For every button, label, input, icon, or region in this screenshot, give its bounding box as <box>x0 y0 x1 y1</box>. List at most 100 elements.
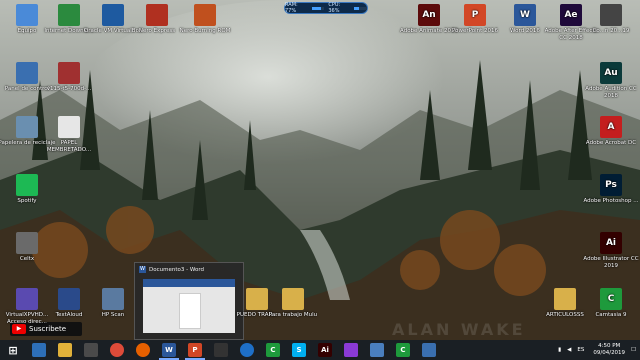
clock-date: 09/04/2019 <box>593 350 626 356</box>
chrome-icon <box>110 343 124 357</box>
cpu-bar <box>354 6 367 10</box>
celtx-icon <box>16 232 38 254</box>
volume-icon[interactable]: ◀ <box>567 347 571 353</box>
desktop-shortcut[interactable]: Ai Adobe Illustrator CC 2019 <box>580 232 640 269</box>
language-indicator[interactable]: ES <box>577 347 584 353</box>
desktop-shortcut[interactable]: Para trabajo Mulu <box>262 288 324 319</box>
files-icon <box>370 343 384 357</box>
system-tray: ▮ ◀ ES 4:50 PM 09/04/2019 ☐ <box>555 340 640 360</box>
camtasia-recorder-icon: C <box>396 343 410 357</box>
taskbar-button[interactable] <box>104 340 130 360</box>
desktop-shortcut-label: Co...n 20...19 <box>592 28 630 34</box>
textaloud-icon <box>58 288 80 310</box>
document-icon <box>58 116 80 138</box>
recycle-bin-icon <box>16 116 38 138</box>
computer-icon <box>16 4 38 26</box>
desktop-shortcut[interactable]: Celtx <box>0 232 58 263</box>
firefox-icon <box>136 343 150 357</box>
desktop-shortcut[interactable]: v115-t5-700d-... <box>38 62 100 93</box>
desktop-shortcut-label: Adobe Acrobat DC <box>585 140 637 146</box>
taskbar-button[interactable] <box>364 340 390 360</box>
taskbar-button[interactable]: ⊞ <box>0 340 26 360</box>
control-panel-icon <box>16 62 38 84</box>
taskbar-button[interactable] <box>338 340 364 360</box>
taskbar-button[interactable]: Ai <box>312 340 338 360</box>
illustrator-icon: Ai <box>600 232 622 254</box>
desktop-shortcut-label: Spotify <box>17 198 37 204</box>
notification-icon[interactable]: ☐ <box>631 347 636 353</box>
desktop-shortcut[interactable]: Nero Burning ROM <box>174 4 236 35</box>
desktop-shortcut[interactable]: Ps Adobe Photoshop ... <box>580 174 640 205</box>
desktop-shortcut[interactable]: HP Scan <box>82 288 144 319</box>
youtube-icon: ▶ <box>12 324 26 334</box>
file-explorer-icon <box>58 343 72 357</box>
word-icon: W <box>514 4 536 26</box>
mail-icon <box>422 343 436 357</box>
skype-icon: S <box>292 343 306 357</box>
network-icon[interactable]: ▮ <box>558 347 561 353</box>
photoshop-icon: Ps <box>600 174 622 196</box>
desktop-shortcut-label: HP Scan <box>101 312 125 318</box>
preview-thumbnail <box>143 279 235 333</box>
powerpoint-taskbar-icon: P <box>188 343 202 357</box>
taskbar-button[interactable]: C <box>260 340 286 360</box>
taskbar-button[interactable] <box>208 340 234 360</box>
audition-icon: Au <box>600 62 622 84</box>
taskbar-button[interactable] <box>52 340 78 360</box>
folder-icon <box>282 288 304 310</box>
desktop-shortcut[interactable]: PAPEL MEMBRETADO... <box>38 116 100 153</box>
taskbar-button[interactable] <box>78 340 104 360</box>
clock-time: 4:50 PM <box>598 343 621 349</box>
preview-ribbon <box>143 279 235 287</box>
powerpoint-icon: P <box>464 4 486 26</box>
scanner-icon <box>102 288 124 310</box>
ram-bar-fill <box>311 6 322 10</box>
wallpaper-watermark: ALAN WAKE <box>392 320 526 339</box>
taskbar-button[interactable] <box>234 340 260 360</box>
taskbar-button[interactable]: P <box>182 340 208 360</box>
desktop-shortcut-label: Nero Burning ROM <box>179 28 231 34</box>
word-icon: W <box>139 266 146 273</box>
inkscape-icon <box>214 343 228 357</box>
store-icon <box>84 343 98 357</box>
desktop-shortcut-label: Celtx <box>19 256 35 262</box>
desktop-shortcut[interactable]: Au Adobe Audition CC 2018 <box>580 62 640 99</box>
taskbar-button[interactable] <box>130 340 156 360</box>
desktop-shortcut-label: Adobe Audition CC 2018 <box>585 86 637 99</box>
camtasia-icon: C <box>600 288 622 310</box>
resource-meter[interactable]: RAM: 77% CPU: 36% <box>284 2 368 14</box>
taskbar-button[interactable]: C <box>390 340 416 360</box>
desktop-shortcut[interactable]: A Adobe Acrobat DC <box>580 116 640 147</box>
desktop-shortcut[interactable]: Co...n 20...19 <box>580 4 640 35</box>
virtualbox-icon <box>102 4 124 26</box>
ram-label: RAM: 77% <box>285 2 298 14</box>
virtual-disk-icon <box>16 288 38 310</box>
clock[interactable]: 4:50 PM 09/04/2019 <box>593 343 625 357</box>
taskbar-button[interactable]: S <box>286 340 312 360</box>
folder-icon <box>554 288 576 310</box>
subscribe-label: Suscribete <box>29 325 66 333</box>
nero-burning-icon <box>194 4 216 26</box>
desktop-shortcut[interactable]: C Camtasia 9 <box>580 288 640 319</box>
cpu-label: CPU: 36% <box>328 2 341 14</box>
taskbar-button[interactable] <box>26 340 52 360</box>
sync-icon <box>240 343 254 357</box>
illustrator-taskbar-icon: Ai <box>318 343 332 357</box>
taskbar-button[interactable] <box>416 340 442 360</box>
preview-title-text: Documento3 - Word <box>149 266 204 273</box>
spotify-icon <box>16 174 38 196</box>
archive-icon <box>58 62 80 84</box>
desktop-shortcut-label: Adobe Photoshop ... <box>583 198 639 204</box>
desktop-shortcut-label: v115-t5-700d-... <box>46 86 92 92</box>
preview-title: W Documento3 - Word <box>135 263 243 276</box>
preview-page <box>179 293 201 329</box>
taskbar-button[interactable]: W <box>156 340 182 360</box>
word-taskbar-icon: W <box>162 343 176 357</box>
media-icon <box>344 343 358 357</box>
desktop-shortcut-label: Adobe Illustrator CC 2019 <box>583 256 639 269</box>
desktop-shortcut[interactable]: Spotify <box>0 174 58 205</box>
desktop-shortcut-label: Camtasia 9 <box>595 312 627 318</box>
acrobat-icon: A <box>600 116 622 138</box>
camtasia-taskbar-icon: C <box>266 343 280 357</box>
after-effects-icon: Ae <box>560 4 582 26</box>
